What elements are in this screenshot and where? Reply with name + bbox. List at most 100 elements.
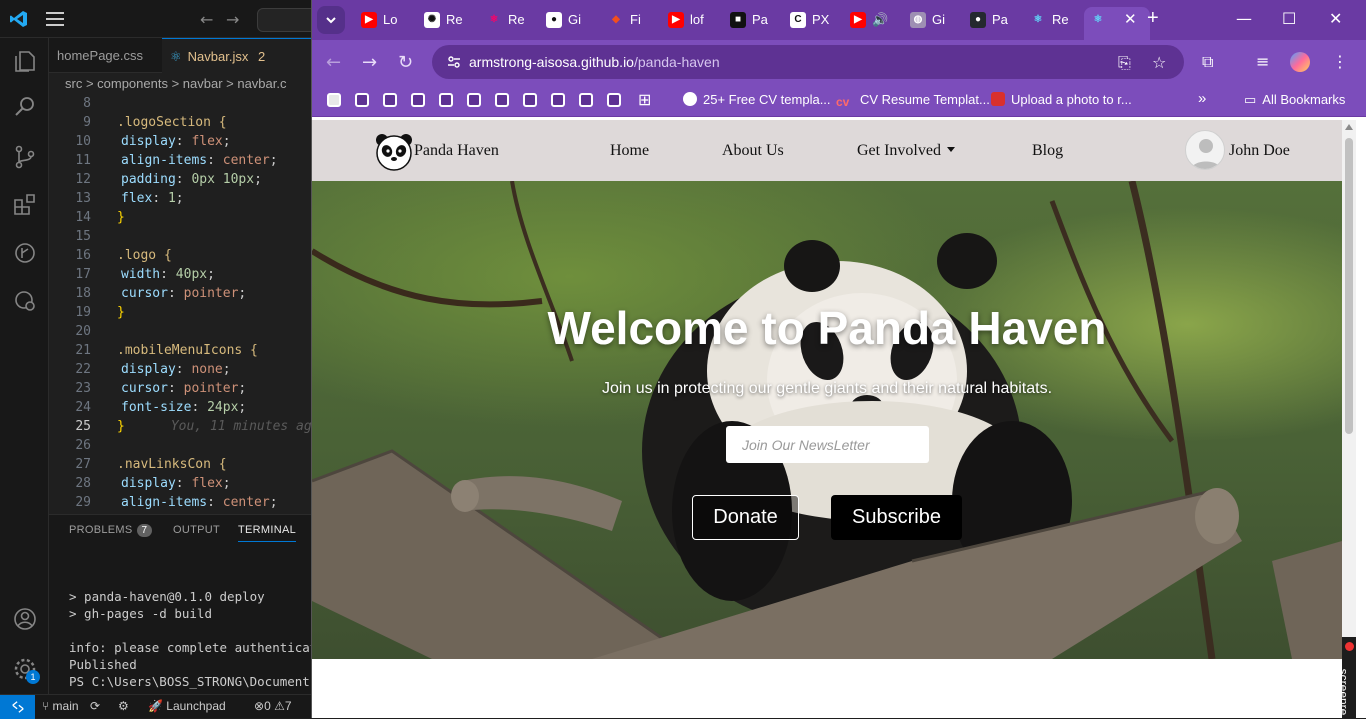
- new-tab-button[interactable]: +: [1147, 7, 1159, 30]
- nav-blog[interactable]: Blog: [1032, 142, 1063, 160]
- media-controls-icon[interactable]: ≡: [1256, 52, 1269, 71]
- back-button[interactable]: ←: [326, 52, 341, 73]
- bookmark-star-icon[interactable]: ☆: [1152, 53, 1166, 72]
- terminal[interactable]: > panda-haven@0.1.0 deploy > gh-pages -d…: [49, 544, 311, 694]
- extensions-icon[interactable]: ⧉: [1202, 52, 1213, 72]
- all-bookmarks[interactable]: ▭ All Bookmarks: [1244, 92, 1345, 108]
- tab-terminal[interactable]: TERMINAL: [238, 524, 297, 542]
- bookmark-item[interactable]: [411, 93, 425, 107]
- apps-grid-icon[interactable]: ⊞: [638, 90, 651, 110]
- browser-tab[interactable]: ⚛ ✕: [1084, 7, 1150, 40]
- extensions-icon[interactable]: [12, 192, 38, 218]
- screen-recorder-widget[interactable]: screenre: [1336, 637, 1356, 718]
- scroll-thumb[interactable]: [1345, 138, 1353, 434]
- close-tab-icon[interactable]: ✕: [1124, 10, 1137, 28]
- more-bookmarks-icon[interactable]: »: [1198, 90, 1206, 107]
- bookmark-item[interactable]: [327, 93, 341, 107]
- user-avatar[interactable]: [1185, 130, 1225, 170]
- remote-explorer-icon[interactable]: [12, 288, 38, 314]
- nav-home[interactable]: Home: [610, 142, 649, 160]
- code-line: 9 .logoSection {: [49, 113, 311, 132]
- tab-navbar-jsx[interactable]: ⚛ Navbar.jsx 2: [162, 38, 322, 73]
- yt-favicon-icon: ▶: [668, 12, 684, 28]
- tab-output[interactable]: OUTPUT: [173, 524, 220, 536]
- bookmark-item[interactable]: [355, 93, 369, 107]
- explorer-icon[interactable]: [12, 48, 38, 74]
- launchpad-status[interactable]: 🚀 Launchpad: [148, 699, 226, 713]
- breadcrumb[interactable]: src > components > navbar > navbar.c: [49, 73, 311, 95]
- bookmark-item[interactable]: [467, 93, 481, 107]
- browser-tab[interactable]: ⚛ Re: [480, 7, 538, 33]
- browser-tab[interactable]: ● Gi: [540, 7, 598, 33]
- react-favicon-icon: ⚛: [1093, 14, 1103, 25]
- bookmark-upload-photo[interactable]: Upload a photo to r...: [991, 92, 1132, 107]
- bookmark-item[interactable]: [551, 93, 565, 107]
- browser-tab[interactable]: ● Pa: [964, 7, 1022, 33]
- address-bar[interactable]: armstrong-aisosa.github.io/panda-haven ⎘…: [432, 45, 1184, 79]
- browser-tab[interactable]: ✺ Re: [418, 7, 476, 33]
- browser-tab[interactable]: ▶ Lo: [355, 7, 413, 33]
- run-debug-icon[interactable]: [12, 240, 38, 266]
- donate-button[interactable]: Donate: [692, 495, 799, 540]
- debug-icon[interactable]: ⚙: [118, 699, 129, 713]
- nav-get-involved[interactable]: Get Involved: [857, 142, 955, 160]
- minimize-button[interactable]: —: [1236, 9, 1252, 28]
- bookmark-item[interactable]: [383, 93, 397, 107]
- user-name[interactable]: John Doe: [1229, 142, 1290, 160]
- colon: :: [175, 172, 192, 187]
- command-center[interactable]: [257, 8, 317, 32]
- search-icon[interactable]: [12, 94, 38, 120]
- close-window-button[interactable]: ✕: [1329, 9, 1342, 28]
- browser-tab[interactable]: ◆ Fi: [602, 7, 660, 33]
- bookmark-cv-resume[interactable]: cv CV Resume Templat...: [836, 92, 990, 109]
- browser-tab[interactable]: ◍ Gi: [904, 7, 962, 33]
- accounts-icon[interactable]: [12, 606, 38, 632]
- subscribe-button[interactable]: Subscribe: [831, 495, 962, 540]
- code-line: 11 align-items: center;: [49, 151, 311, 170]
- tab-problems[interactable]: PROBLEMS 7: [69, 524, 153, 537]
- browser-tab[interactable]: ■ Pa: [724, 7, 782, 33]
- scroll-up-arrow-icon[interactable]: [1345, 124, 1353, 130]
- back-arrow-icon[interactable]: ←: [200, 10, 213, 29]
- bookmark-item[interactable]: [607, 93, 621, 107]
- newsletter-input[interactable]: [726, 426, 929, 463]
- browser-tab[interactable]: ▶ lof: [662, 7, 720, 33]
- bookmark-cv-templates[interactable]: 25+ Free CV templa...: [683, 92, 831, 107]
- problems-status[interactable]: ⊗0 ⚠7: [254, 699, 292, 713]
- problem-count-badge: 2: [257, 49, 266, 64]
- yt-favicon-icon: ▶: [850, 12, 866, 28]
- forward-arrow-icon[interactable]: →: [226, 10, 239, 29]
- sync-icon[interactable]: ⟳: [90, 699, 100, 713]
- code-editor[interactable]: 8 9 .logoSection {10 display: flex; 11 align-…: [49, 94, 311, 514]
- site-info-icon[interactable]: [446, 54, 462, 70]
- nav-about-us[interactable]: About Us: [722, 142, 784, 160]
- browser-tab[interactable]: ⚛ Re: [1024, 7, 1082, 33]
- install-app-icon[interactable]: ⎘: [1118, 53, 1131, 73]
- reload-button[interactable]: ↻: [398, 52, 413, 73]
- maximize-button[interactable]: ☐: [1282, 9, 1296, 28]
- remote-indicator[interactable]: [0, 695, 35, 719]
- bookmark-item[interactable]: [439, 93, 453, 107]
- bookmark-item[interactable]: [495, 93, 509, 107]
- profile-avatar[interactable]: [1290, 52, 1310, 72]
- browser-tab[interactable]: ▶ 🔊: [844, 7, 902, 33]
- bookmark-item[interactable]: [523, 93, 537, 107]
- recorder-label: screenre: [1336, 668, 1351, 716]
- css-selector: .mobileMenuIcons {: [117, 343, 258, 358]
- browser-tab[interactable]: C PX: [784, 7, 842, 33]
- source-control-icon[interactable]: [12, 144, 38, 170]
- tab-search-button[interactable]: [317, 6, 345, 34]
- audio-playing-icon: 🔊: [872, 12, 889, 27]
- bookmark-item[interactable]: [579, 93, 593, 107]
- nav-label: Get Involved: [857, 142, 941, 159]
- more-menu-icon[interactable]: ⋮: [1332, 52, 1348, 71]
- code-line: 18 cursor: pointer;: [49, 284, 311, 303]
- forward-button[interactable]: →: [362, 52, 377, 73]
- page-scrollbar[interactable]: [1342, 120, 1356, 718]
- brand-name[interactable]: Panda Haven: [414, 142, 499, 160]
- tab-homepage-css[interactable]: homePage.css: [49, 38, 159, 73]
- branch-status[interactable]: ⑂ main: [42, 699, 79, 713]
- panda-logo-icon[interactable]: [374, 132, 414, 172]
- menu-icon[interactable]: [46, 12, 64, 26]
- rocket-icon: 🚀: [148, 699, 167, 713]
